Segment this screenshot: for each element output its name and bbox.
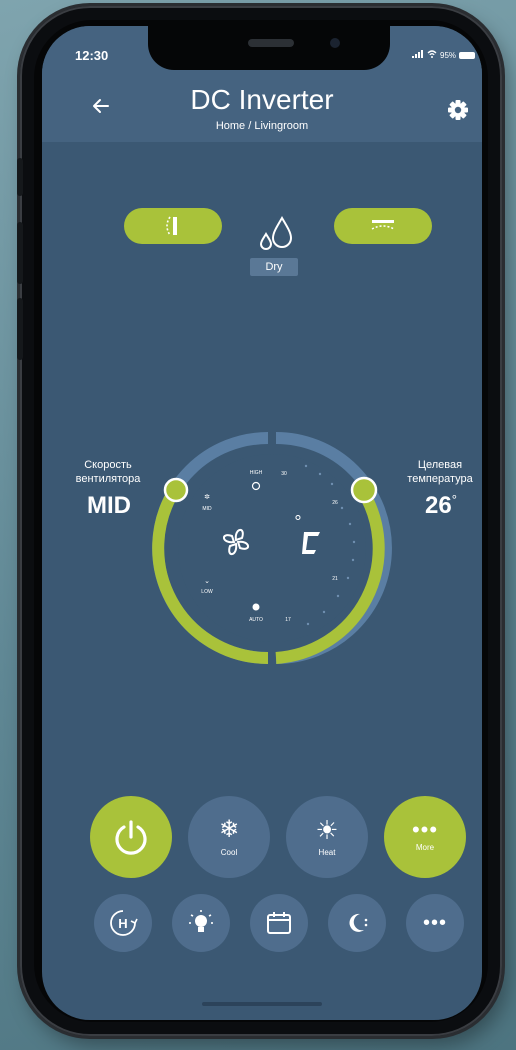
- app-screen: 12:30 95% DC Inverter Home / Livingroom: [42, 26, 482, 1020]
- fan-knob[interactable]: [163, 477, 189, 503]
- target-temp-number: 26: [425, 492, 452, 519]
- light-button[interactable]: [172, 894, 230, 952]
- sun-icon: ☀: [315, 814, 339, 845]
- sleep-button[interactable]: [328, 894, 386, 952]
- more-label: More: [415, 842, 435, 852]
- fan-speed-value: MID: [87, 492, 131, 519]
- snowflake-icon: ❄: [218, 815, 240, 843]
- breadcrumb: Home / Livingroom: [215, 120, 309, 132]
- speaker: [248, 39, 294, 47]
- fan-level-high: HIGH: [250, 470, 263, 476]
- power-button[interactable]: [90, 796, 172, 878]
- calendar-icon: [267, 912, 291, 934]
- heat-mode-button[interactable]: ☀ Heat: [286, 796, 368, 878]
- temp-tick-30: 30: [281, 471, 287, 477]
- svg-text:H: H: [118, 916, 127, 931]
- target-temp-label: Целевая температура: [407, 459, 473, 485]
- temp-tick-26: 26: [332, 500, 338, 506]
- temp-knob[interactable]: [350, 476, 378, 504]
- target-temp-value: 26°: [416, 492, 466, 520]
- battery-percent: 95%: [440, 50, 457, 60]
- health-h-icon: H: [110, 910, 138, 936]
- dry-mode-drops-icon: [254, 212, 298, 256]
- settings-gear-icon[interactable]: [444, 96, 472, 124]
- back-arrow-icon[interactable]: [86, 94, 116, 124]
- temp-tick-21: 21: [332, 576, 338, 582]
- degree-symbol-icon: °: [294, 512, 301, 532]
- home-indicator: [202, 1002, 322, 1006]
- temp-tick-17: 17: [285, 617, 291, 623]
- degree-sign: °: [451, 492, 457, 507]
- signal-icon: [412, 50, 424, 60]
- vertical-swing-icon: [166, 216, 177, 236]
- cool-mode-button[interactable]: ❄ Cool: [188, 796, 270, 878]
- swing-horizontal-button[interactable]: [334, 208, 432, 244]
- notch: [148, 26, 390, 70]
- svg-text:⌄: ⌄: [204, 578, 210, 585]
- volume-down-button: [17, 298, 23, 360]
- svg-text:✲: ✲: [204, 493, 210, 501]
- mute-switch: [17, 158, 23, 196]
- swing-vertical-button[interactable]: [124, 208, 222, 244]
- battery-icon: [459, 51, 476, 59]
- climate-dial[interactable]: HIGH MID ✲ LOW ⌄ AUTO 30 26 21 17 °: [152, 428, 392, 668]
- wifi-icon: [427, 50, 437, 60]
- health-h-button[interactable]: H: [94, 894, 152, 952]
- more-dots-icon: •••: [422, 911, 447, 934]
- schedule-button[interactable]: [250, 894, 308, 952]
- more-dots-icon: •••: [411, 816, 439, 842]
- light-bulb-icon: [189, 910, 213, 932]
- heat-label: Heat: [318, 847, 336, 857]
- more-button[interactable]: ••• More: [384, 796, 466, 878]
- more-options-button[interactable]: •••: [406, 894, 464, 952]
- page-title: DC Inverter: [190, 84, 334, 115]
- front-camera: [330, 38, 340, 48]
- moon-icon: [349, 913, 368, 932]
- fan-level-low: LOW: [201, 589, 213, 595]
- status-time: 12:30: [75, 48, 109, 63]
- horizontal-swing-icon: [371, 220, 395, 230]
- power-icon: [115, 820, 147, 855]
- cool-label: Cool: [220, 847, 238, 857]
- mode-tag: Dry: [250, 258, 298, 276]
- fan-speed-label: Скорость вентилятора: [75, 459, 141, 485]
- fan-level-mid: MID: [202, 506, 212, 512]
- fan-level-auto: AUTO: [249, 617, 263, 623]
- status-indicators: 95%: [412, 50, 476, 60]
- volume-up-button: [17, 222, 23, 284]
